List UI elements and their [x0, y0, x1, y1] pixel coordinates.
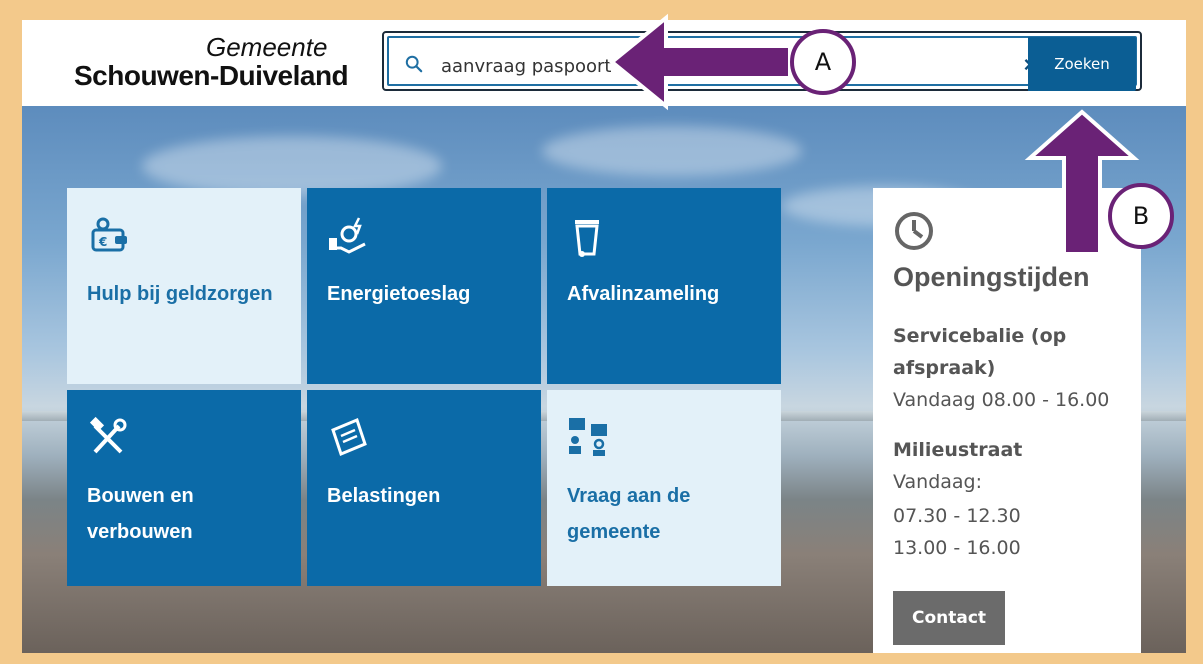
annotation-label-b: B	[1108, 183, 1174, 249]
annotation-label-a: A	[790, 29, 856, 95]
annotation-overlay	[608, 13, 1140, 256]
arrow-left-icon	[608, 13, 792, 111]
